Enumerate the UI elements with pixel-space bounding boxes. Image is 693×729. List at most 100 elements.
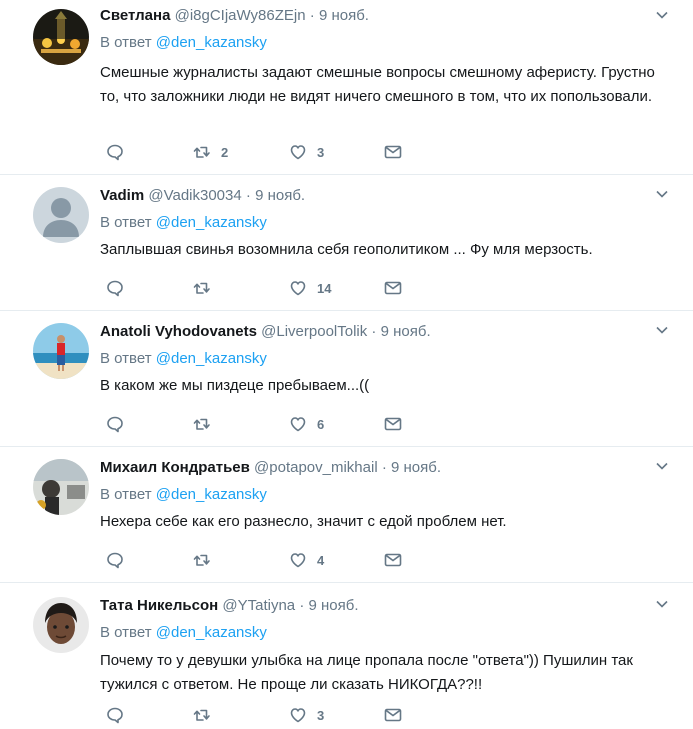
user-handle[interactable]: @LiverpoolTolik [261, 323, 367, 340]
tweet-header: Тата Никельсон @YTatiyna · 9 нояб. [100, 597, 359, 615]
timestamp[interactable]: 9 нояб. [391, 459, 441, 476]
tweet-text: Нехера себе как его разнесло, значит с е… [100, 513, 507, 530]
separator-dot: · [371, 323, 377, 340]
heart-icon [290, 145, 306, 160]
like-button[interactable]: 14 [288, 278, 331, 298]
retweet-icon [193, 282, 210, 294]
user-handle[interactable]: @YTatiyna [222, 597, 295, 614]
retweet-icon [193, 709, 210, 721]
envelope-icon [384, 145, 402, 159]
heart-icon [290, 417, 306, 432]
user-handle[interactable]: @i8gCIjaWy86ZEjn [175, 7, 306, 24]
timestamp[interactable]: 9 нояб. [309, 597, 359, 614]
like-button[interactable]: 3 [288, 142, 324, 162]
message-button[interactable] [383, 705, 403, 725]
reply-button[interactable] [105, 278, 125, 298]
display-name[interactable]: Михаил Кондратьев [100, 459, 250, 476]
retweet-button[interactable] [192, 414, 221, 434]
reply-icon [107, 552, 123, 569]
like-button[interactable]: 4 [288, 550, 324, 570]
mention-link[interactable]: @den_kazansky [156, 486, 267, 503]
reply-context: В ответ @den_kazansky [100, 624, 267, 642]
like-button[interactable]: 6 [288, 414, 324, 434]
reply-prefix: В ответ [100, 350, 152, 367]
chevron-down-icon[interactable] [655, 187, 669, 201]
like-button[interactable]: 3 [288, 705, 324, 725]
like-count: 6 [317, 416, 325, 432]
reply-prefix: В ответ [100, 214, 152, 231]
heart-icon [290, 281, 306, 296]
retweet-button[interactable] [192, 550, 221, 570]
like-count: 3 [317, 144, 325, 160]
user-handle[interactable]: @Vadik30034 [148, 187, 241, 204]
reply-button[interactable] [105, 705, 125, 725]
reply-prefix: В ответ [100, 34, 152, 51]
display-name[interactable]: Тата Никельсон [100, 597, 218, 614]
separator-dot: · [299, 597, 305, 614]
like-count: 3 [317, 707, 325, 723]
mention-link[interactable]: @den_kazansky [156, 350, 267, 367]
display-name[interactable]: Anatoli Vyhodovanets [100, 323, 257, 340]
tweet-header: Vadim @Vadik30034 · 9 нояб. [100, 187, 305, 205]
retweet-icon [193, 418, 210, 430]
reply-button[interactable] [105, 142, 125, 162]
envelope-icon [384, 553, 402, 567]
chevron-down-icon[interactable] [655, 8, 669, 22]
message-button[interactable] [383, 550, 403, 570]
reply-icon [107, 144, 123, 161]
retweet-button[interactable] [192, 705, 221, 725]
display-name[interactable]: Светлана [100, 7, 170, 24]
timestamp[interactable]: 9 нояб. [255, 187, 305, 204]
envelope-icon [384, 708, 402, 722]
user-handle[interactable]: @potapov_mikhail [254, 459, 378, 476]
reply-context: В ответ @den_kazansky [100, 350, 267, 368]
tweet-header: Светлана @i8gCIjaWy86ZEjn · 9 нояб. [100, 7, 369, 25]
tweet-text: Смешные журналисты задают смешные вопрос… [100, 64, 655, 105]
tweet[interactable]: Vadim @Vadik30034 · 9 нояб. В ответ @den… [0, 175, 693, 311]
envelope-icon [384, 281, 402, 295]
avatar[interactable] [33, 323, 89, 379]
retweet-icon [193, 146, 210, 158]
envelope-icon [384, 417, 402, 431]
tweet[interactable]: Михаил Кондратьев @potapov_mikhail · 9 н… [0, 447, 693, 583]
tweet[interactable]: Тата Никельсон @YTatiyna · 9 нояб. В отв… [0, 583, 693, 729]
tweet-text: Заплывшая свинья возомнила себя геополит… [100, 241, 593, 258]
mention-link[interactable]: @den_kazansky [156, 34, 267, 51]
avatar[interactable] [33, 9, 89, 65]
separator-dot: · [381, 459, 387, 476]
reply-context: В ответ @den_kazansky [100, 214, 267, 232]
retweet-count: 2 [221, 144, 229, 160]
timestamp[interactable]: 9 нояб. [319, 7, 369, 24]
retweet-button[interactable] [192, 278, 221, 298]
tweet-header: Михаил Кондратьев @potapov_mikhail · 9 н… [100, 459, 441, 477]
message-button[interactable] [383, 278, 403, 298]
avatar[interactable] [33, 597, 89, 653]
mention-link[interactable]: @den_kazansky [156, 214, 267, 231]
reply-prefix: В ответ [100, 486, 152, 503]
retweet-icon [193, 554, 210, 566]
chevron-down-icon[interactable] [655, 323, 669, 337]
chevron-down-icon[interactable] [655, 459, 669, 473]
tweet[interactable]: Anatoli Vyhodovanets @LiverpoolTolik · 9… [0, 311, 693, 447]
timestamp[interactable]: 9 нояб. [381, 323, 431, 340]
reply-icon [107, 416, 123, 433]
message-button[interactable] [383, 414, 403, 434]
display-name[interactable]: Vadim [100, 187, 144, 204]
mention-link[interactable]: @den_kazansky [156, 624, 267, 641]
reply-icon [107, 707, 123, 724]
reply-button[interactable] [105, 414, 125, 434]
avatar[interactable] [33, 187, 89, 243]
reply-prefix: В ответ [100, 624, 152, 641]
tweet-header: Anatoli Vyhodovanets @LiverpoolTolik · 9… [100, 323, 431, 341]
tweet[interactable]: Светлана @i8gCIjaWy86ZEjn · 9 нояб. В от… [0, 0, 693, 175]
separator-dot: · [245, 187, 251, 204]
retweet-button[interactable]: 2 [192, 142, 228, 162]
avatar[interactable] [33, 459, 89, 515]
chevron-down-icon[interactable] [655, 597, 669, 611]
tweet-text: Почему то у девушки улыбка на лице пропа… [100, 652, 633, 693]
reply-context: В ответ @den_kazansky [100, 34, 267, 52]
like-count: 4 [317, 552, 325, 568]
heart-icon [290, 708, 306, 723]
message-button[interactable] [383, 142, 403, 162]
reply-button[interactable] [105, 550, 125, 570]
